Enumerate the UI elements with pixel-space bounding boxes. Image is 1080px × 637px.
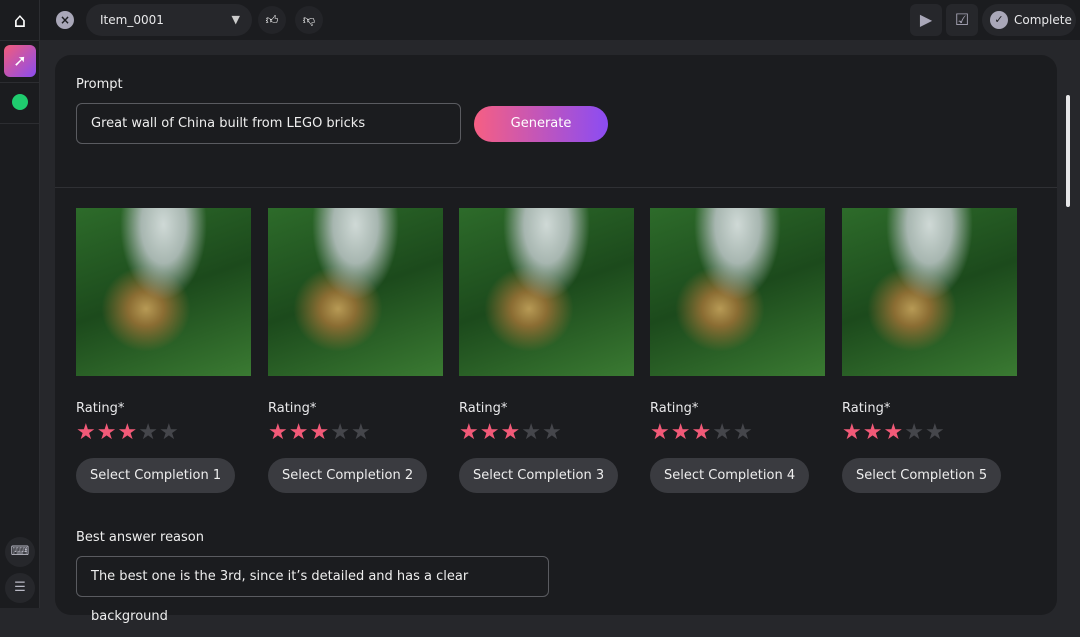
star-icon[interactable]: ★ [650, 420, 671, 445]
check-icon: ✓ [990, 11, 1008, 29]
star-icon[interactable]: ★ [159, 420, 180, 445]
star-rating[interactable]: ★★★★★ [842, 422, 1017, 444]
keyboard-icon[interactable]: ⌨ [5, 537, 35, 567]
star-icon[interactable]: ★ [76, 420, 97, 445]
star-rating[interactable]: ★★★★★ [650, 422, 825, 444]
star-icon[interactable]: ★ [117, 420, 138, 445]
star-icon[interactable]: ★ [480, 420, 501, 445]
star-icon[interactable]: ★ [500, 420, 521, 445]
complete-label: Complete [1014, 13, 1072, 27]
star-icon[interactable]: ★ [289, 420, 310, 445]
home-icon[interactable]: ⌂ [8, 8, 32, 32]
topbar: × Item_0001 ▼ 👍︎ 👎︎ ▶ ☑ ✓ Complete [40, 0, 1080, 40]
scrollbar[interactable] [1066, 95, 1070, 207]
completion-card: Rating* ★★★★★ Select Completion 4 [650, 208, 825, 493]
star-rating[interactable]: ★★★★★ [76, 422, 251, 444]
star-icon[interactable]: ★ [268, 420, 289, 445]
status-indicator [12, 94, 28, 110]
close-icon[interactable]: × [56, 11, 74, 29]
rating-label: Rating* [650, 401, 699, 416]
divider [0, 82, 40, 83]
star-rating[interactable]: ★★★★★ [268, 422, 443, 444]
chevron-down-icon: ▼ [231, 13, 240, 26]
divider [0, 40, 40, 41]
star-icon[interactable]: ★ [459, 420, 480, 445]
star-icon[interactable]: ★ [138, 420, 159, 445]
select-completion-button[interactable]: Select Completion 3 [459, 458, 619, 493]
completion-image [842, 208, 1017, 376]
star-icon[interactable]: ★ [330, 420, 351, 445]
prompt-label: Prompt [76, 77, 123, 92]
star-icon[interactable]: ★ [351, 420, 372, 445]
item-selector[interactable]: Item_0001 ▼ [86, 4, 252, 36]
completion-card: Rating* ★★★★★ Select Completion 1 [76, 208, 251, 493]
divider [0, 123, 40, 124]
star-icon[interactable]: ★ [521, 420, 542, 445]
rating-label: Rating* [76, 401, 125, 416]
divider [55, 187, 1057, 188]
cursor-tool-button[interactable]: ➚ [4, 45, 36, 77]
rating-label: Rating* [459, 401, 508, 416]
completion-image [650, 208, 825, 376]
star-icon[interactable]: ★ [691, 420, 712, 445]
completion-card: Rating* ★★★★★ Select Completion 3 [459, 208, 634, 493]
star-icon[interactable]: ★ [883, 420, 904, 445]
star-icon[interactable]: ★ [842, 420, 863, 445]
select-completion-button[interactable]: Select Completion 2 [268, 458, 428, 493]
star-icon[interactable]: ★ [925, 420, 946, 445]
completion-card: Rating* ★★★★★ Select Completion 5 [842, 208, 1017, 493]
star-icon[interactable]: ★ [542, 420, 563, 445]
prompt-input[interactable]: Great wall of China built from LEGO bric… [76, 103, 461, 144]
star-icon[interactable]: ★ [671, 420, 692, 445]
rating-label: Rating* [268, 401, 317, 416]
thumbs-up-icon[interactable]: 👍︎ [258, 6, 286, 34]
completion-image [459, 208, 634, 376]
select-completion-button[interactable]: Select Completion 4 [650, 458, 810, 493]
reason-input[interactable]: The best one is the 3rd, since it’s deta… [76, 556, 549, 624]
reason-label: Best answer reason [76, 530, 204, 545]
select-completion-button[interactable]: Select Completion 5 [842, 458, 1002, 493]
list-icon[interactable]: ☰ [5, 573, 35, 603]
star-icon[interactable]: ★ [309, 420, 330, 445]
star-icon[interactable]: ★ [733, 420, 754, 445]
item-name: Item_0001 [100, 13, 164, 27]
star-icon[interactable]: ★ [712, 420, 733, 445]
select-completion-button[interactable]: Select Completion 1 [76, 458, 236, 493]
clipboard-check-icon[interactable]: ☑ [946, 4, 978, 36]
star-icon[interactable]: ★ [863, 420, 884, 445]
thumbs-down-icon[interactable]: 👎︎ [295, 6, 323, 34]
sidebar: ⌂ ➚ ⌨ ☰ [0, 0, 40, 608]
completion-card: Rating* ★★★★★ Select Completion 2 [268, 208, 443, 493]
star-rating[interactable]: ★★★★★ [459, 422, 634, 444]
star-icon[interactable]: ★ [904, 420, 925, 445]
completion-image [268, 208, 443, 376]
completion-image [76, 208, 251, 376]
complete-button[interactable]: ✓ Complete [982, 4, 1076, 36]
rating-label: Rating* [842, 401, 891, 416]
main-panel: Prompt Great wall of China built from LE… [55, 55, 1057, 624]
generate-button[interactable]: Generate [474, 106, 608, 142]
play-icon[interactable]: ▶ [910, 4, 942, 36]
star-icon[interactable]: ★ [97, 420, 118, 445]
